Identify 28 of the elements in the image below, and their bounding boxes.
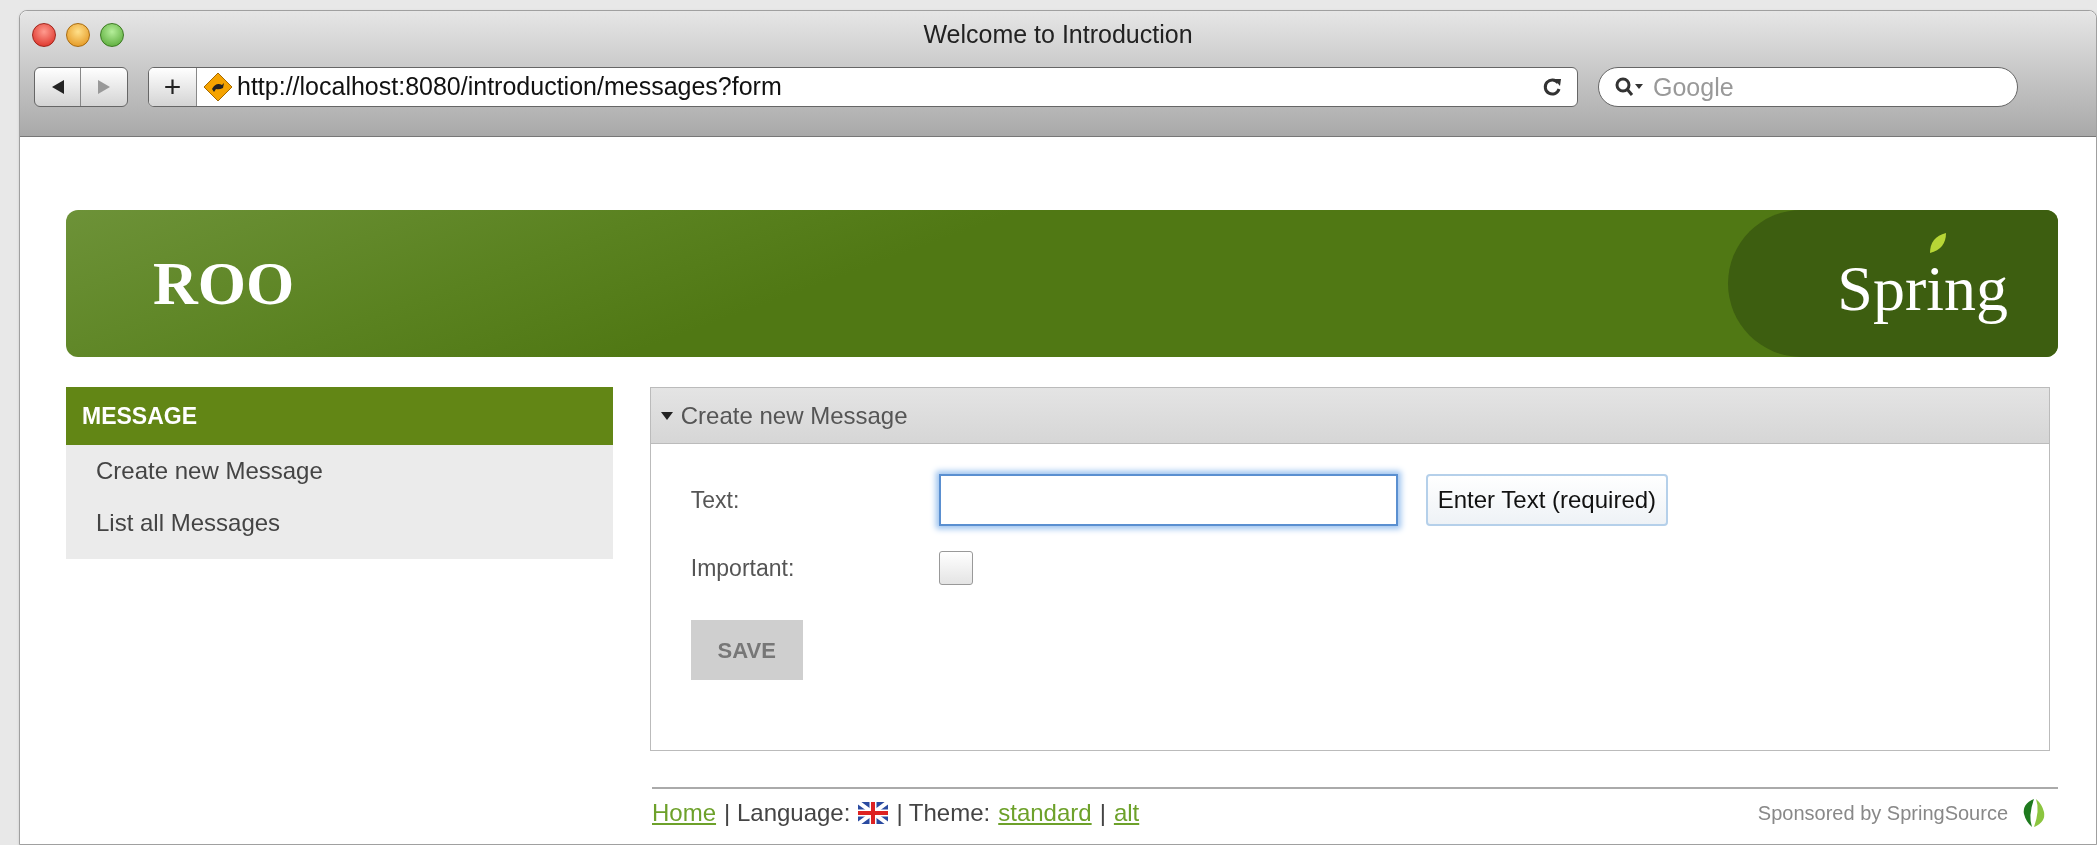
- zoom-button[interactable]: [100, 23, 124, 47]
- back-icon: [50, 79, 65, 95]
- theme-label: | Theme:: [896, 798, 991, 828]
- minimize-button[interactable]: [66, 23, 90, 47]
- panel-header[interactable]: Create new Message: [650, 388, 2049, 444]
- sponsor-text: Sponsored by SpringSource: [1757, 801, 2008, 826]
- caret-icon: [660, 411, 673, 420]
- tooltip: Enter Text (required): [1425, 474, 1669, 526]
- text-field[interactable]: [938, 474, 1398, 526]
- separator-text: |: [1099, 798, 1106, 828]
- sidebar-link[interactable]: Create new Message: [96, 445, 323, 497]
- theme-link[interactable]: alt: [1113, 795, 1140, 831]
- flag-icon[interactable]: [858, 802, 889, 824]
- checkbox[interactable]: [938, 551, 973, 585]
- language-label: | Language:: [724, 798, 851, 828]
- theme-link[interactable]: standard: [998, 795, 1092, 831]
- sidebar-heading: MESSAGE: [66, 387, 613, 445]
- close-button[interactable]: [32, 23, 56, 47]
- sidebar-link[interactable]: List all Messages: [96, 497, 281, 549]
- window-title: Welcome to Introduction: [923, 19, 1193, 51]
- home-link[interactable]: Home: [652, 795, 717, 831]
- search-field[interactable]: Google: [1598, 67, 2018, 107]
- field-label: Text:: [690, 485, 741, 515]
- field-label: Important:: [690, 553, 796, 583]
- forward-icon: [97, 79, 111, 95]
- logo: ROO: [153, 248, 295, 319]
- brand-logo: Spring: [1837, 230, 2008, 337]
- search-icon: [1614, 76, 1644, 98]
